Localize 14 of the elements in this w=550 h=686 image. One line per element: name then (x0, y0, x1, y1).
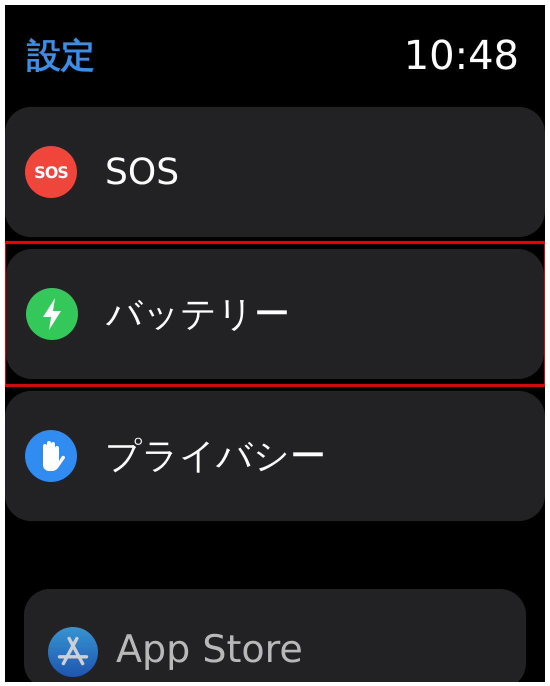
settings-row[interactable]: プライバシー (5, 391, 545, 521)
sos-icon: SOS (25, 146, 77, 198)
settings-row[interactable]: App Store (24, 589, 526, 682)
row-label: SOS (105, 152, 180, 192)
row-label: プライバシー (105, 434, 326, 478)
row-label: バッテリー (106, 292, 290, 336)
app-store-icon (48, 627, 98, 677)
hand-icon (25, 430, 77, 482)
settings-row[interactable]: バッテリー (6, 249, 544, 379)
back-title[interactable]: 設定 (27, 33, 95, 79)
clock-time: 10:48 (404, 33, 519, 79)
row-label: App Store (116, 627, 303, 671)
settings-row[interactable]: SOS SOS (5, 107, 545, 237)
lightning-bolt-icon (26, 288, 78, 340)
